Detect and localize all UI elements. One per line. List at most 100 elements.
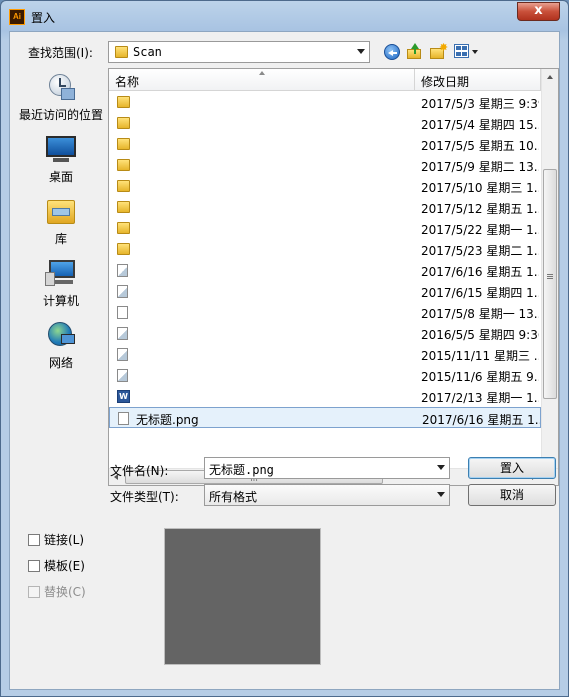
computer-icon <box>45 258 77 288</box>
file-date: 2017/6/16 星期五 1... <box>421 265 539 279</box>
image-file-icon <box>117 285 128 298</box>
column-header-date[interactable]: 修改日期 <box>415 69 541 91</box>
file-row[interactable]: 2017/6/16 星期五 1... <box>109 260 541 281</box>
image-file-icon <box>117 327 128 340</box>
close-button[interactable]: x <box>517 2 560 21</box>
cancel-button[interactable]: 取消 <box>468 484 556 506</box>
file-date: 2017/5/5 星期五 10... <box>421 139 539 153</box>
replace-checkbox: 替换(C) <box>28 583 86 600</box>
folder-icon <box>117 243 130 255</box>
folder-icon <box>117 96 130 108</box>
file-date: 2015/11/11 星期三 ... <box>421 349 539 363</box>
vertical-scrollbar[interactable] <box>541 69 558 468</box>
file-date: 2017/5/12 星期五 1... <box>421 202 539 216</box>
place-label: 库 <box>54 232 67 246</box>
place-desktop[interactable]: 桌面 <box>16 134 106 185</box>
file-date: 2017/2/13 星期一 1... <box>421 391 539 405</box>
filename-input[interactable]: 无标题.png <box>204 457 450 479</box>
chevron-down-icon[interactable] <box>437 492 445 497</box>
file-row[interactable]: 2015/11/6 星期五 9... <box>109 365 541 386</box>
filetype-label: 文件类型(T): <box>110 490 179 504</box>
folder-icon <box>117 180 130 192</box>
replace-label: 替换(C) <box>44 585 86 599</box>
place-recent[interactable]: 最近访问的位置 <box>16 72 106 123</box>
chevron-down-icon[interactable] <box>357 49 365 54</box>
file-date: 2017/5/8 星期一 13... <box>421 307 539 321</box>
place-libraries[interactable]: 库 <box>16 196 106 247</box>
link-checkbox[interactable]: 链接(L) <box>28 531 84 548</box>
new-folder-icon[interactable]: ✸ <box>430 42 448 60</box>
document-icon <box>118 412 129 425</box>
file-date: 2017/6/15 星期四 1... <box>421 286 539 300</box>
template-label: 模板(E) <box>44 559 85 573</box>
file-row[interactable]: W 2017/2/13 星期一 1... <box>109 386 541 407</box>
file-date: 2017/5/22 星期一 1... <box>421 223 539 237</box>
file-list[interactable]: 名称 修改日期 2017/5/3 星期三 9:39 2017/5/4 星期四 15… <box>108 68 559 486</box>
file-row[interactable]: 2017/5/8 星期一 13... <box>109 302 541 323</box>
place-label: 最近访问的位置 <box>18 108 103 122</box>
file-date: 2015/11/6 星期五 9... <box>421 370 539 384</box>
template-checkbox[interactable]: 模板(E) <box>28 557 85 574</box>
image-file-icon <box>117 369 128 382</box>
file-row[interactable]: 2017/5/23 星期二 1... <box>109 239 541 260</box>
column-header-name[interactable]: 名称 <box>109 69 415 91</box>
illustrator-app-icon: Ai <box>9 9 25 25</box>
desktop-icon <box>45 134 77 164</box>
folder-icon <box>117 138 130 150</box>
file-date: 2016/5/5 星期四 9:36 <box>421 328 539 342</box>
image-file-icon <box>117 264 128 277</box>
checkbox-box[interactable] <box>28 560 40 572</box>
file-row[interactable]: 2017/6/15 星期四 1... <box>109 281 541 302</box>
file-row[interactable]: 2016/5/5 星期四 9:36 <box>109 323 541 344</box>
lookin-combo[interactable]: Scan <box>108 41 370 63</box>
file-row[interactable]: 2017/5/3 星期三 9:39 <box>109 92 541 113</box>
place-dialog: Ai 置入 x 查找范围(I): Scan ✸ 最近访问的位置 桌面 库 计算机… <box>0 0 569 697</box>
window-title: 置入 <box>31 11 56 25</box>
preview-thumbnail <box>164 528 321 665</box>
scroll-up-icon[interactable] <box>547 75 553 79</box>
link-label: 链接(L) <box>44 533 85 547</box>
file-row[interactable]: 2017/5/9 星期二 13... <box>109 155 541 176</box>
file-row[interactable]: 2017/5/4 星期四 15... <box>109 113 541 134</box>
filetype-select[interactable]: 所有格式 <box>204 484 450 506</box>
file-row[interactable]: 2017/5/12 星期五 1... <box>109 197 541 218</box>
file-row[interactable]: 2015/11/11 星期三 ... <box>109 344 541 365</box>
document-icon <box>117 306 128 319</box>
back-icon[interactable] <box>384 44 400 60</box>
column-date-label: 修改日期 <box>421 75 470 89</box>
network-icon <box>45 320 77 350</box>
folder-icon <box>117 201 130 213</box>
folder-icon <box>115 46 128 58</box>
file-date: 2017/5/4 星期四 15... <box>421 118 539 132</box>
file-date: 2017/5/3 星期三 9:39 <box>421 97 539 111</box>
checkbox-box[interactable] <box>28 534 40 546</box>
title-bar[interactable]: Ai 置入 x <box>1 1 568 31</box>
vertical-scroll-thumb[interactable] <box>543 169 557 399</box>
libraries-icon <box>45 196 77 226</box>
file-date: 2017/5/9 星期二 13... <box>421 160 539 174</box>
filename-value: 无标题.png <box>209 463 274 477</box>
file-row[interactable]: 2017/5/10 星期三 1... <box>109 176 541 197</box>
word-document-icon: W <box>117 390 130 403</box>
filetype-value: 所有格式 <box>209 490 258 504</box>
place-button[interactable]: 置入 <box>468 457 556 479</box>
file-row[interactable]: 2017/5/22 星期一 1... <box>109 218 541 239</box>
file-row[interactable]: 2017/5/5 星期五 10... <box>109 134 541 155</box>
dialog-client-area: 查找范围(I): Scan ✸ 最近访问的位置 桌面 库 计算机 网络 名称 修… <box>9 31 560 690</box>
chevron-down-icon[interactable] <box>437 465 445 470</box>
places-bar: 最近访问的位置 桌面 库 计算机 网络 <box>16 68 106 458</box>
checkbox-box <box>28 586 40 598</box>
place-computer[interactable]: 计算机 <box>16 258 106 309</box>
file-row[interactable]: 无标题.png 2017/6/16 星期五 1... <box>109 407 541 428</box>
column-name-label: 名称 <box>115 75 140 89</box>
image-file-icon <box>117 348 128 361</box>
place-network[interactable]: 网络 <box>16 320 106 371</box>
folder-icon <box>117 117 130 129</box>
up-folder-icon[interactable] <box>407 43 423 60</box>
view-menu-icon[interactable] <box>454 44 480 60</box>
place-label: 网络 <box>48 356 73 370</box>
file-date: 2017/6/16 星期五 1... <box>422 413 540 427</box>
file-date: 2017/5/10 星期三 1... <box>421 181 539 195</box>
folder-icon <box>117 222 130 234</box>
file-name: 无标题.png <box>136 413 199 427</box>
